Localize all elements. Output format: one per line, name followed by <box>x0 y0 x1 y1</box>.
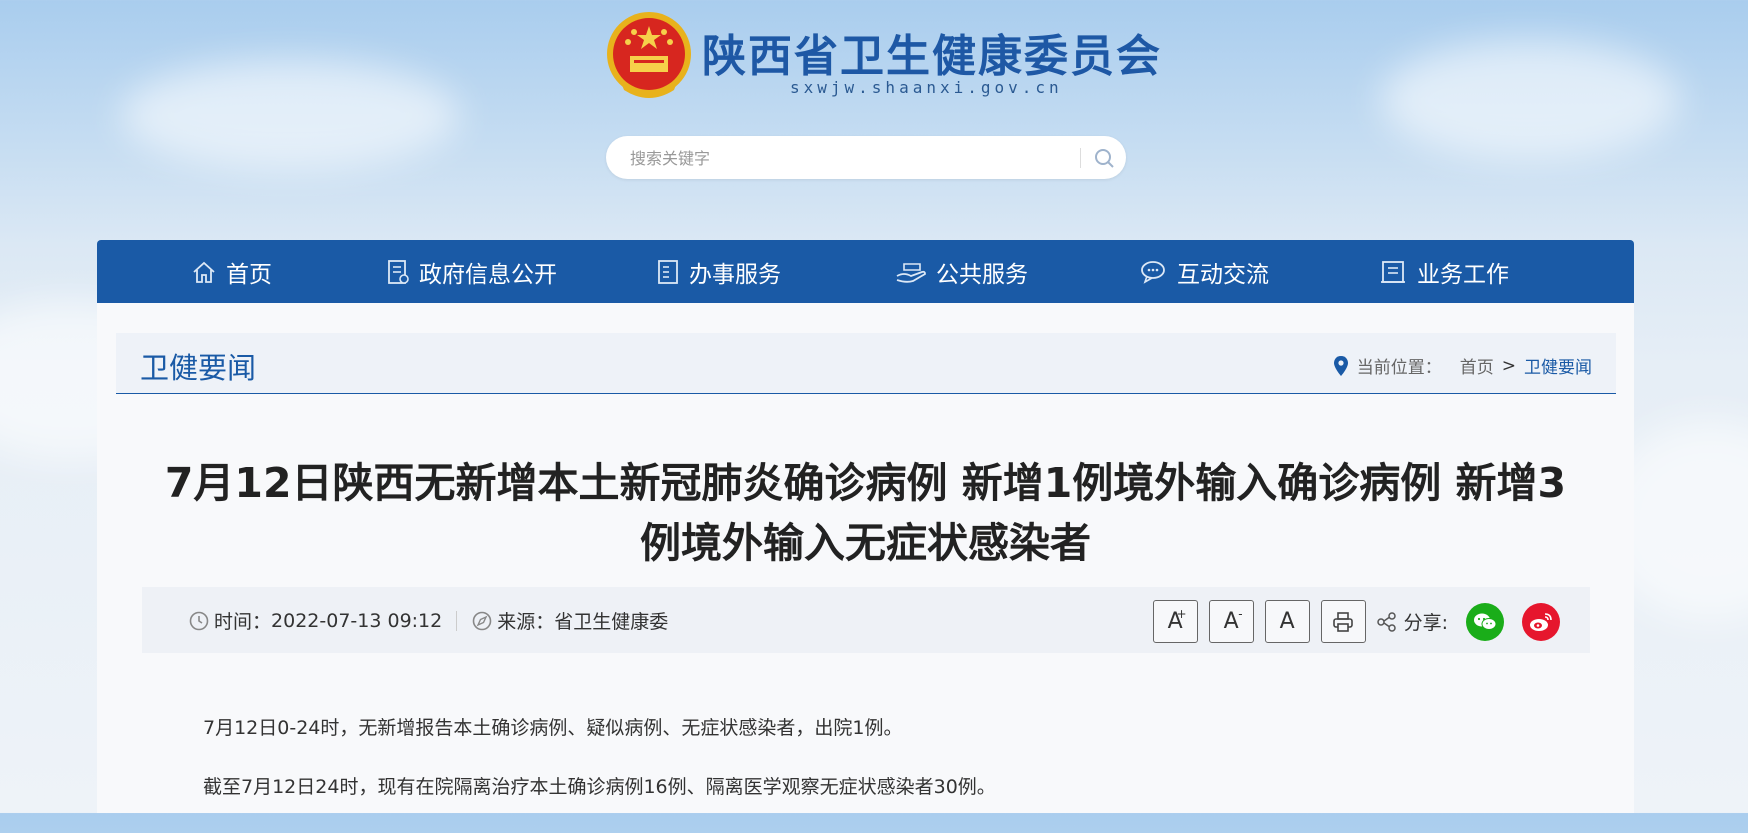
breadcrumb-separator: > <box>1501 355 1516 376</box>
search-icon <box>1095 149 1114 168</box>
nav-item-label: 互动交流 <box>1177 261 1269 288</box>
home-icon <box>193 261 215 283</box>
article-paragraph: 7月12日0-24时，无新增报告本土确诊病例、疑似病例、无症状感染者，出院1例。 <box>203 717 903 739</box>
article-meta: 时间： 2022-07-13 09:12 来源： 省卫生健康委 <box>188 607 668 634</box>
search-input[interactable] <box>628 144 1072 172</box>
breadcrumb-current-link[interactable]: 卫健要闻 <box>1524 353 1592 378</box>
section-title: 卫健要闻 <box>140 351 257 385</box>
font-increase-mark: + <box>1176 607 1187 621</box>
font-decrease-label: A <box>1223 609 1239 634</box>
meta-divider <box>456 610 458 631</box>
font-increase-button[interactable]: A + <box>1152 600 1198 643</box>
breadcrumb: 当前位置： 首页 > 卫健要闻 <box>1333 353 1592 378</box>
font-reset-button[interactable]: A <box>1264 600 1310 643</box>
nav-item-interaction[interactable]: 互动交流 <box>1139 240 1269 303</box>
clipboard-icon <box>658 259 678 284</box>
source-label: 来源： <box>497 611 555 633</box>
location-pin-icon <box>1333 355 1348 376</box>
source-value: 省卫生健康委 <box>554 611 669 633</box>
search-box <box>606 136 1126 179</box>
share-area: 分享: <box>1376 608 1448 635</box>
chat-bubble-icon <box>1141 260 1165 284</box>
article-title: 7月12日陕西无新增本土新冠肺炎确诊病例 新增1例境外输入确诊病例 新增3例境外… <box>164 459 1567 567</box>
nav-item-label: 办事服务 <box>689 261 781 288</box>
wechat-icon <box>1474 613 1497 630</box>
section-header: 卫健要闻 当前位置： 首页 > 卫健要闻 <box>116 333 1616 394</box>
national-emblem-logo <box>604 10 694 106</box>
nav-item-label: 业务工作 <box>1417 261 1509 288</box>
article-tools: A + A- A 分享: <box>1142 600 1560 643</box>
publish-time-value: 2022-07-13 09:12 <box>271 609 443 632</box>
breadcrumb-label: 当前位置： <box>1356 358 1442 378</box>
article-meta-bar: 时间： 2022-07-13 09:12 来源： 省卫生健康委 A + A- A … <box>142 587 1590 653</box>
share-icon <box>1376 611 1396 632</box>
publish-time-label: 时间： <box>214 611 272 633</box>
hand-service-icon <box>896 262 926 283</box>
clock-icon <box>189 611 209 630</box>
font-decrease-mark: - <box>1238 607 1243 621</box>
document-list-icon <box>388 259 409 284</box>
search-divider <box>1080 148 1081 168</box>
site-title: 陕西省卫生健康委员会 <box>702 31 1162 82</box>
nav-item-services[interactable]: 办事服务 <box>655 240 781 303</box>
nav-item-label: 政府信息公开 <box>419 261 557 288</box>
main-nav: 首页 政府信息公开 办事服务 公共服务 互动交流 业务工作 <box>97 240 1634 303</box>
share-wechat-button[interactable] <box>1466 602 1504 641</box>
weibo-icon <box>1530 612 1552 631</box>
site-domain: sxwjw.shaanxi.gov.cn <box>790 78 1063 97</box>
share-weibo-button[interactable] <box>1522 602 1560 641</box>
font-decrease-button[interactable]: A- <box>1208 600 1254 643</box>
nav-item-label: 首页 <box>226 261 272 288</box>
nav-item-gov-info[interactable]: 政府信息公开 <box>385 240 557 303</box>
compass-icon <box>472 611 492 630</box>
search-button[interactable] <box>1088 142 1120 174</box>
nav-item-business[interactable]: 业务工作 <box>1379 240 1509 303</box>
nav-item-label: 公共服务 <box>936 261 1028 288</box>
printer-icon <box>1333 611 1353 632</box>
nav-item-public-services[interactable]: 公共服务 <box>894 240 1028 303</box>
content-panel: 卫健要闻 当前位置： 首页 > 卫健要闻 7月12日陕西无新增本土新冠肺炎确诊病… <box>97 303 1634 813</box>
share-label: 分享: <box>1403 612 1448 634</box>
breadcrumb-home-link[interactable]: 首页 <box>1460 353 1494 378</box>
article-paragraph: 截至7月12日24时，现有在院隔离治疗本土确诊病例16例、隔离医学观察无症状感染… <box>203 776 996 798</box>
font-reset-label: A <box>1279 609 1295 634</box>
nav-item-home[interactable]: 首页 <box>190 240 272 303</box>
article-body: 7月12日0-24时，无新增报告本土确诊病例、疑似病例、无症状感染者，出院1例。… <box>203 715 996 833</box>
book-icon <box>1381 260 1405 283</box>
site-header: 陕西省卫生健康委员会 sxwjw.shaanxi.gov.cn <box>0 0 1748 240</box>
print-button[interactable] <box>1320 600 1366 643</box>
